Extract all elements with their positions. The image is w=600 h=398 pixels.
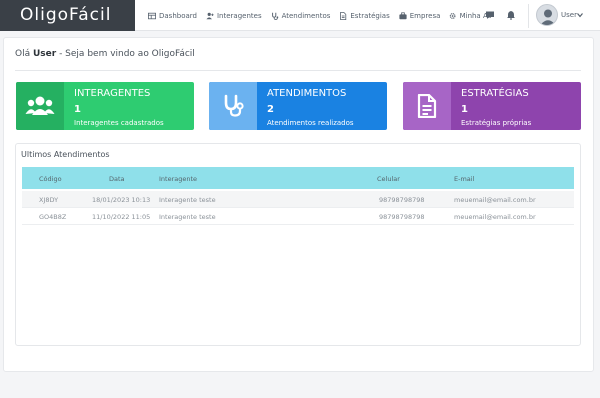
cell-data: 11/10/2022 11:05 (92, 213, 151, 221)
brand-logo[interactable]: OligoFácil (0, 0, 135, 31)
stat-title: ESTRATÉGIAS (461, 88, 529, 99)
greeting-suffix: - Seja bem vindo ao OligoFácil (59, 49, 195, 59)
stethoscope-icon (224, 94, 244, 117)
cell-interagente: Interagente teste (159, 196, 216, 204)
cell-celular: 98798798798 (379, 213, 425, 221)
dashboard-icon (148, 12, 156, 19)
nav-dashboard-label: Dashboard (159, 11, 197, 20)
users-icon (25, 96, 55, 115)
cell-email: meuemail@email.com.br (454, 196, 536, 204)
nav-estrategias[interactable]: Estratégias (339, 11, 390, 20)
user-plus-icon (206, 12, 214, 19)
cell-codigo: XJ8DY (39, 196, 59, 204)
nav-dashboard[interactable]: Dashboard (148, 12, 197, 20)
divider (15, 70, 581, 71)
stat-subtitle: Estratégias próprias (461, 119, 532, 127)
stat-value: 2 (267, 104, 274, 115)
nav-empresa[interactable]: Empresa (399, 11, 441, 20)
cell-email: meuemail@email.com.br (454, 213, 536, 221)
user-avatar-icon (540, 9, 556, 25)
table-row[interactable]: GO4B8Z 11/10/2022 11:05 Interagente test… (22, 208, 574, 225)
stat-card-atendimentos[interactable]: ATENDIMENTOS 2 Atendimentos realizados (209, 82, 387, 130)
stat-icon-box (403, 82, 451, 130)
gear-icon (450, 12, 456, 19)
nav-atendimentos-label: Atendimentos (281, 11, 331, 20)
cell-codigo: GO4B8Z (39, 213, 67, 221)
nav-atendimentos[interactable]: Atendimentos (271, 11, 331, 20)
briefcase-icon (399, 11, 407, 19)
navbar-divider (528, 4, 529, 28)
bell-icon[interactable] (506, 10, 516, 20)
nav-interagentes-label: Interagentes (216, 11, 262, 20)
column-header-data[interactable]: Data (109, 175, 125, 183)
stat-title: INTERAGENTES (74, 88, 151, 99)
column-header-email[interactable]: E-mail (454, 175, 474, 183)
nav-estrategias-label: Estratégias (350, 11, 390, 20)
stat-title: ATENDIMENTOS (267, 88, 347, 99)
welcome-message: Olá User - Seja bem vindo ao OligoFácil (15, 49, 195, 59)
chevron-down-icon[interactable] (577, 12, 583, 18)
document-icon (417, 94, 437, 118)
cell-celular: 98798798798 (379, 196, 425, 204)
stat-card-interagentes[interactable]: INTERAGENTES 1 Interagentes cadastrados (16, 82, 194, 130)
nav-interagentes[interactable]: Interagentes (206, 12, 262, 20)
user-menu-label[interactable]: User (561, 11, 577, 19)
panel-title: Ultimos Atendimentos (21, 150, 110, 159)
chat-icon[interactable] (485, 10, 495, 20)
stat-card-estrategias[interactable]: ESTRATÉGIAS 1 Estratégias próprias (403, 82, 581, 130)
table-header: Código Data Interagente Celular E-mail (22, 167, 574, 189)
greeting-user: User (32, 49, 57, 59)
column-header-codigo[interactable]: Código (39, 175, 62, 183)
stat-value: 1 (461, 104, 468, 115)
stat-value: 1 (74, 104, 81, 115)
column-header-interagente[interactable]: Interagente (159, 175, 197, 183)
stat-icon-box (209, 82, 257, 130)
cell-interagente: Interagente teste (159, 213, 216, 221)
main-nav: Dashboard Interagentes Atendimentos Estr… (148, 0, 500, 31)
avatar[interactable] (536, 4, 558, 26)
file-icon (340, 11, 347, 20)
column-header-celular[interactable]: Celular (377, 175, 400, 183)
stethoscope-icon (271, 12, 278, 20)
stat-icon-box (16, 82, 64, 130)
top-navbar: OligoFácil Dashboard Interagentes Atendi… (0, 0, 600, 31)
stat-subtitle: Atendimentos realizados (267, 119, 354, 127)
greeting-prefix: Olá (15, 49, 31, 59)
nav-empresa-label: Empresa (409, 11, 441, 20)
stat-subtitle: Interagentes cadastrados (74, 119, 164, 127)
cell-data: 18/01/2023 10:13 (92, 196, 151, 204)
table-row[interactable]: XJ8DY 18/01/2023 10:13 Interagente teste… (22, 191, 574, 208)
